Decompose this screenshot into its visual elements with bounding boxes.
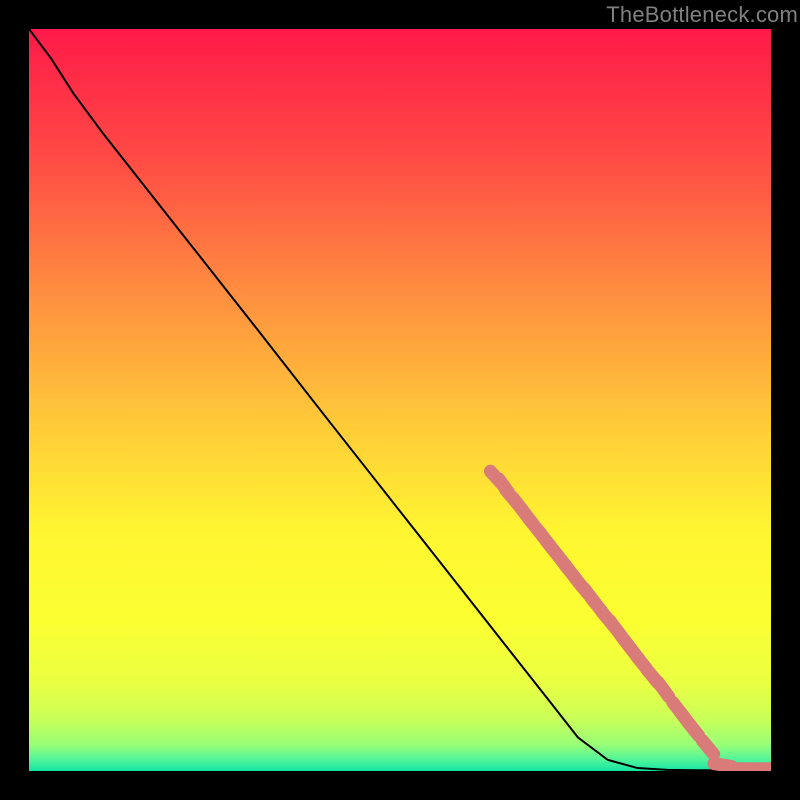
marker-segment [687,722,698,736]
marker-segment [702,740,714,754]
chart-container: TheBottleneck.com [0,0,800,800]
watermark-text: TheBottleneck.com [606,2,798,28]
plot-area [29,29,771,771]
marker-group [490,471,771,769]
marker-segment [714,764,732,767]
marker-segment [658,682,669,696]
curve-line [29,29,771,770]
plot-lines [29,29,771,771]
